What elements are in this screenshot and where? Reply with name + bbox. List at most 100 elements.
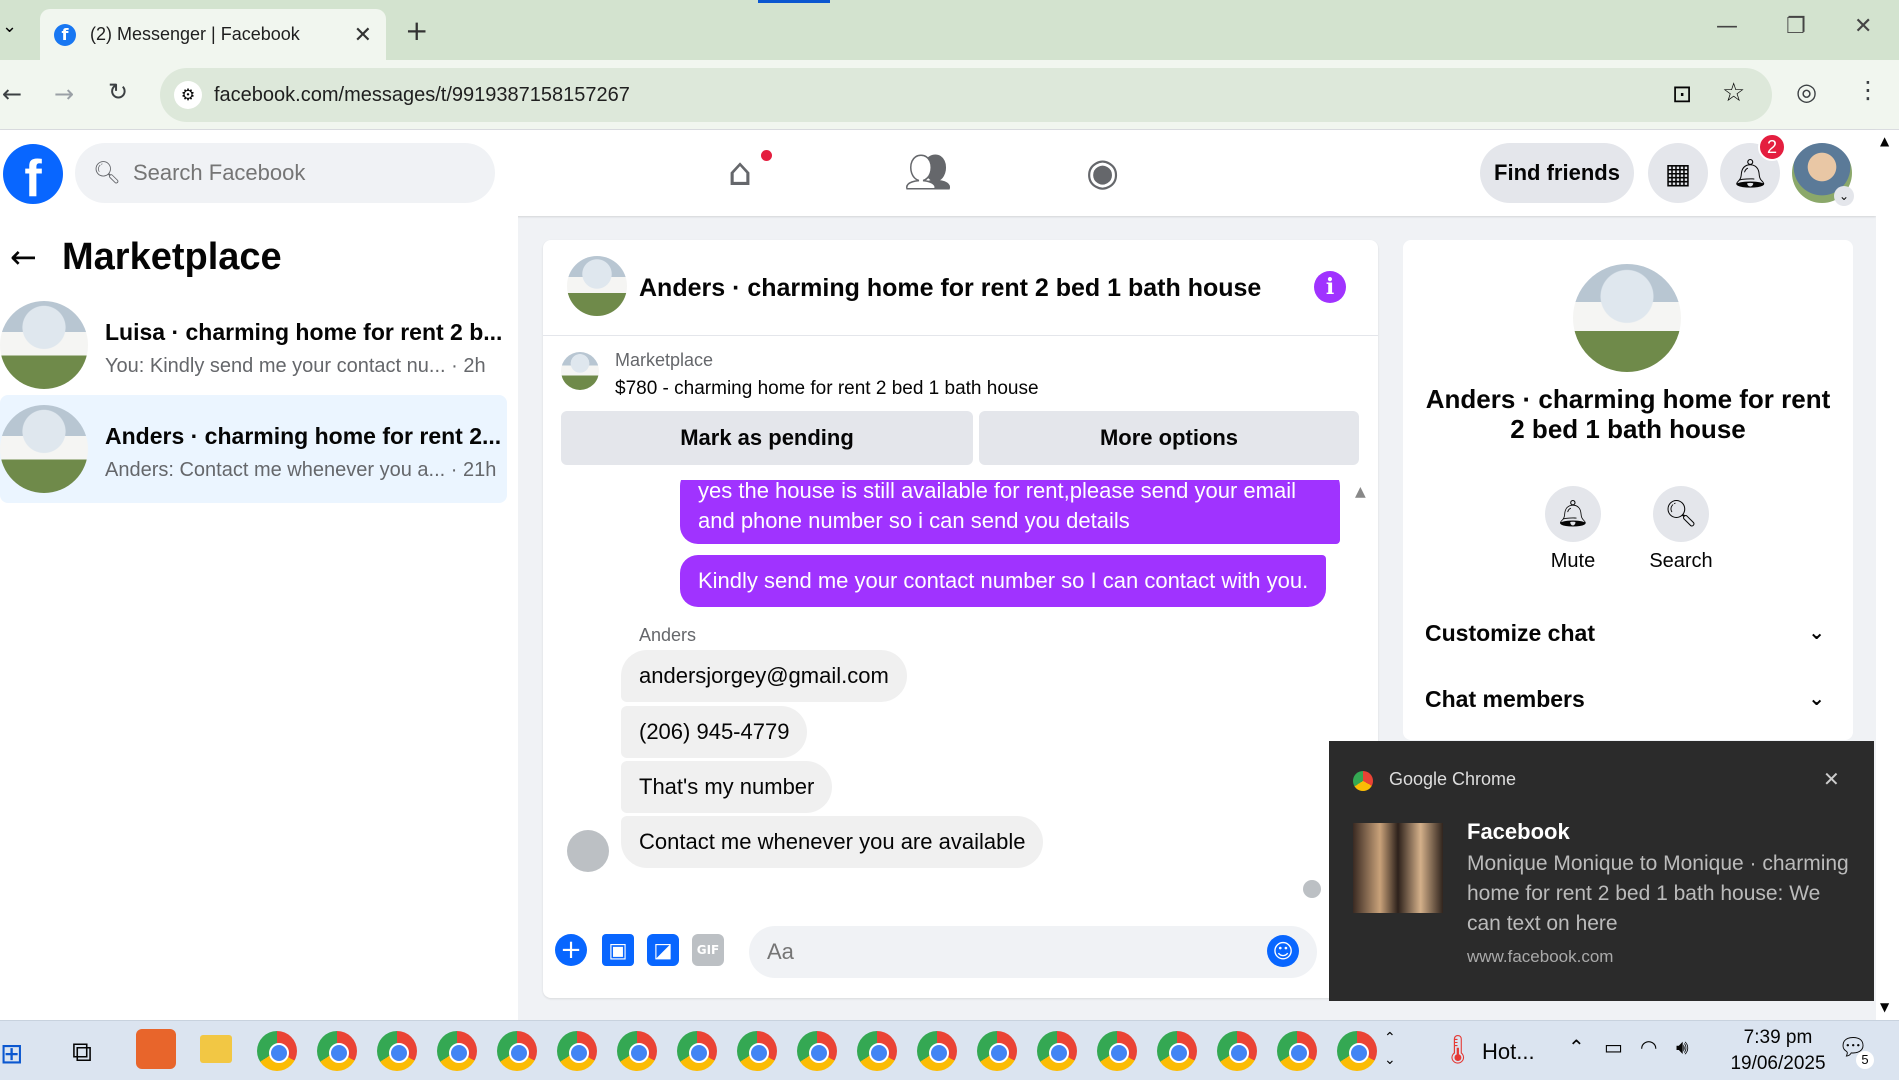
sender-name: Anders [639, 625, 697, 645]
snipping-tool-icon[interactable] [136, 1029, 176, 1069]
site-info-icon[interactable]: ⚙ [174, 81, 202, 109]
chrome-logo-icon [1353, 771, 1373, 791]
notification-body: Monique Monique to Monique · charming ho… [1467, 852, 1849, 935]
gif-icon[interactable]: GIF [692, 934, 724, 966]
menu-grid-icon[interactable]: ▦ [1648, 143, 1708, 203]
home-icon[interactable]: ⌂ [728, 150, 752, 194]
search-icon: 🔍︎ [93, 160, 121, 186]
scroll-up-arrow-icon[interactable]: ▲ [1880, 134, 1889, 148]
browser-toolbar: ← → ↻ ⚙ facebook.com/messages/t/99193871… [0, 60, 1899, 130]
forward-icon[interactable]: → [54, 80, 74, 108]
info-icon[interactable]: i [1314, 271, 1346, 303]
more-options-button[interactable]: More options [979, 411, 1359, 465]
notification-app-name: Google Chrome [1389, 769, 1517, 789]
chrome-taskbar-icon[interactable] [1217, 1031, 1257, 1071]
facebook-header: f 🔍︎ ⌂ 👥︎ ◉ Find friends ▦ 🔔︎ 2 ⌄ [0, 130, 1876, 216]
search-icon[interactable]: 🔍︎ [1653, 486, 1709, 542]
emoji-icon[interactable]: ☺ [1267, 935, 1299, 967]
windows-start-icon[interactable]: ⊞ [0, 1037, 23, 1070]
tab-list-chevron-icon[interactable]: ⌄ [2, 16, 17, 37]
chrome-taskbar-icon[interactable] [917, 1031, 957, 1071]
chrome-taskbar-icon[interactable] [377, 1031, 417, 1071]
task-view-icon[interactable]: ⧉ [72, 1035, 92, 1069]
address-bar[interactable]: ⚙ facebook.com/messages/t/99193871581572… [160, 68, 1772, 122]
search-box[interactable]: 🔍︎ [75, 143, 495, 203]
chrome-taskbar-icon[interactable] [1097, 1031, 1137, 1071]
facebook-logo[interactable]: f [3, 144, 63, 204]
friends-icon[interactable]: 👥︎ [904, 150, 952, 195]
chrome-taskbar-icon[interactable] [677, 1031, 717, 1071]
file-explorer-icon[interactable] [200, 1035, 232, 1063]
chat-scrollbar-up-icon[interactable]: ▲ [1355, 484, 1366, 500]
chrome-taskbar-icon[interactable] [1277, 1031, 1317, 1071]
customize-chat-label: Customize chat [1425, 620, 1595, 646]
chat-members-row[interactable]: Chat members ⌄ [1425, 686, 1825, 713]
chrome-taskbar-icon[interactable] [497, 1031, 537, 1071]
active-tab-indicator [758, 0, 830, 3]
chrome-taskbar-icon[interactable] [977, 1031, 1017, 1071]
chat-avatar[interactable] [567, 256, 627, 316]
chrome-taskbar-icon[interactable] [1337, 1031, 1377, 1071]
profile-icon[interactable]: ◎ [1796, 78, 1817, 106]
account-chevron-icon[interactable]: ⌄ [1834, 186, 1854, 206]
scroll-down-arrow-icon[interactable]: ▼ [1880, 1000, 1889, 1014]
back-icon[interactable]: ← [2, 80, 22, 108]
weather-text[interactable]: Hot... [1482, 1039, 1535, 1065]
chrome-taskbar-icon[interactable] [317, 1031, 357, 1071]
groups-icon[interactable]: ◉ [1086, 150, 1119, 194]
mark-as-pending-button[interactable]: Mark as pending [561, 411, 973, 465]
menu-dots-icon[interactable]: ⋮ [1856, 76, 1880, 104]
chrome-taskbar-icon[interactable] [1037, 1031, 1077, 1071]
find-friends-button[interactable]: Find friends [1480, 143, 1634, 203]
bookmark-star-icon[interactable]: ☆ [1722, 78, 1745, 108]
install-app-icon[interactable]: ⊡ [1672, 80, 1692, 108]
browser-tab[interactable]: f (2) Messenger | Facebook ✕ [40, 9, 386, 60]
sticker-icon[interactable]: ◪ [647, 934, 679, 966]
restore-icon[interactable]: ❐ [1786, 14, 1806, 39]
minimize-icon[interactable]: — [1716, 14, 1738, 39]
chrome-notification[interactable]: Google Chrome ✕ Facebook Monique Monique… [1329, 741, 1874, 1001]
taskbar-scroll-icon[interactable]: ⌃ ⌄ [1384, 1027, 1396, 1071]
chevron-down-icon: ⌄ [1808, 620, 1825, 644]
search-input[interactable] [132, 160, 453, 186]
tray-overflow-icon[interactable]: ⌃ [1568, 1035, 1585, 1059]
customize-chat-row[interactable]: Customize chat ⌄ [1425, 620, 1825, 647]
mute-bell-icon[interactable]: 🔔︎ [1545, 486, 1601, 542]
marketplace-label: Marketplace [615, 350, 714, 370]
close-window-icon[interactable]: ✕ [1854, 14, 1872, 39]
clock-date[interactable]: 19/06/2025 [1716, 1053, 1840, 1075]
chrome-taskbar-icon[interactable] [617, 1031, 657, 1071]
chrome-taskbar-icon[interactable] [737, 1031, 777, 1071]
attach-photo-icon[interactable]: ▣ [602, 934, 634, 966]
chrome-taskbar-icon[interactable] [257, 1031, 297, 1071]
page-scrollbar[interactable] [1876, 130, 1899, 1020]
more-actions-plus-icon[interactable]: + [555, 934, 587, 966]
details-avatar[interactable] [1573, 264, 1681, 372]
back-arrow-icon[interactable]: ← [10, 238, 37, 276]
meet-icon[interactable]: ▭ [1604, 1035, 1623, 1059]
chrome-taskbar-icon[interactable] [857, 1031, 897, 1071]
facebook-favicon-icon: f [54, 23, 76, 46]
message-input[interactable] [749, 926, 1317, 978]
listing-thumbnail[interactable] [561, 352, 599, 390]
new-tab-icon[interactable]: + [405, 14, 428, 47]
seen-avatar [1303, 880, 1321, 898]
chat-title[interactable]: Anders · charming home for rent 2 bed 1 … [639, 274, 1261, 303]
wifi-icon[interactable]: ◠ [1640, 1035, 1657, 1059]
notification-center-count: 5 [1856, 1051, 1874, 1069]
messages-area: yes the house is still available for ren… [543, 480, 1378, 912]
chrome-taskbar-icon[interactable] [1157, 1031, 1197, 1071]
chrome-taskbar-icon[interactable] [797, 1031, 837, 1071]
tab-close-icon[interactable]: ✕ [354, 22, 372, 48]
volume-icon[interactable]: 🔊︎ [1676, 1035, 1689, 1059]
reload-icon[interactable]: ↻ [108, 78, 128, 106]
weather-thermometer-icon[interactable]: 🌡︎ [1440, 1033, 1476, 1066]
clock-time[interactable]: 7:39 pm [1728, 1027, 1828, 1049]
outgoing-message: Kindly send me your contact number so I … [680, 555, 1327, 607]
conversation-item[interactable]: Luisa · charming home for rent 2 b... Yo… [0, 291, 507, 399]
chrome-taskbar-icon[interactable] [437, 1031, 477, 1071]
conversation-item-selected[interactable]: Anders · charming home for rent 2... And… [0, 395, 507, 503]
listing-title[interactable]: $780 - charming home for rent 2 bed 1 ba… [615, 378, 1039, 400]
chrome-taskbar-icon[interactable] [557, 1031, 597, 1071]
notification-close-icon[interactable]: ✕ [1823, 767, 1840, 791]
